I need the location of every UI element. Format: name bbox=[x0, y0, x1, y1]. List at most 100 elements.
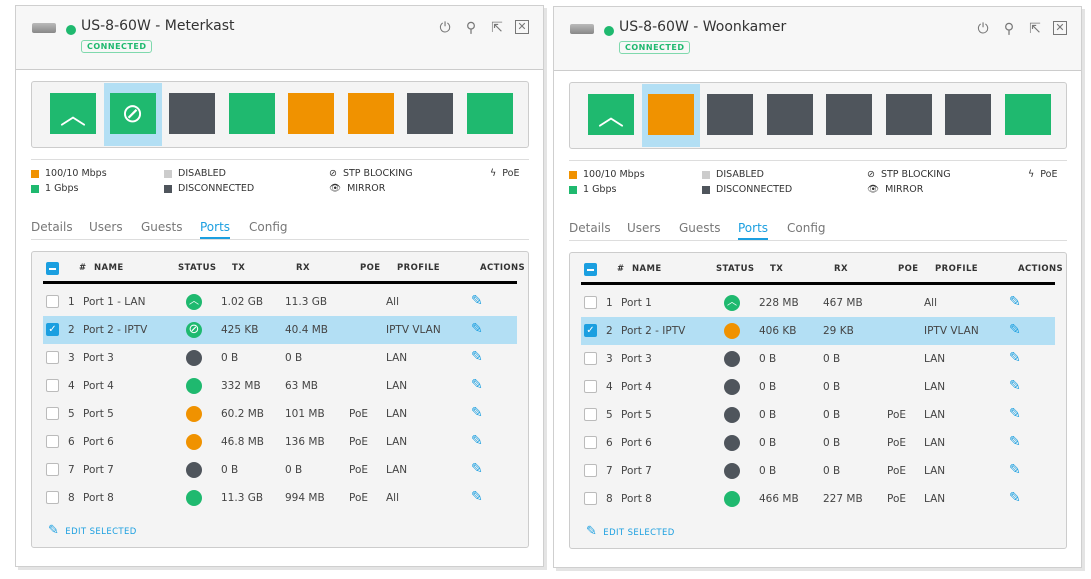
port-square-4[interactable] bbox=[766, 94, 813, 135]
locate-icon[interactable]: ⚲ bbox=[463, 20, 479, 36]
restart-icon[interactable]: ⏻ bbox=[437, 20, 453, 36]
row-checkbox[interactable] bbox=[584, 296, 597, 309]
select-all-checkbox[interactable] bbox=[584, 263, 597, 276]
port-square-5[interactable] bbox=[826, 94, 872, 135]
tab-details[interactable]: Details bbox=[31, 220, 73, 234]
table-row[interactable]: 5 Port 5 60.2 MB 101 MB PoE LAN ✎ bbox=[43, 400, 517, 428]
row-checkbox[interactable] bbox=[584, 380, 597, 393]
table-row[interactable]: 1 Port 1 - LAN ︿ 1.02 GB 11.3 GB All ✎ bbox=[43, 288, 517, 316]
port-square-6[interactable] bbox=[347, 93, 394, 134]
edit-pencil-icon[interactable]: ✎ bbox=[1009, 462, 1021, 478]
edit-pencil-icon[interactable]: ✎ bbox=[471, 461, 483, 477]
table-row[interactable]: 5 Port 5 0 B 0 B PoE LAN ✎ bbox=[581, 401, 1055, 429]
tab-guests[interactable]: Guests bbox=[141, 220, 183, 234]
port-square-7[interactable] bbox=[945, 94, 991, 135]
port-square-2[interactable]: ⊘ bbox=[109, 93, 156, 134]
close-icon[interactable]: ✕ bbox=[515, 20, 529, 34]
edit-pencil-icon[interactable]: ✎ bbox=[1009, 490, 1021, 506]
table-row[interactable]: 6 Port 6 46.8 MB 136 MB PoE LAN ✎ bbox=[43, 428, 517, 456]
tab-users[interactable]: Users bbox=[627, 221, 661, 235]
port-square-3[interactable] bbox=[169, 93, 215, 134]
table-row[interactable]: 1 Port 1 ︿ 228 MB 467 MB All ✎ bbox=[581, 289, 1055, 317]
edit-selected-button[interactable]: ✎ EDIT SELECTED bbox=[586, 524, 675, 539]
edit-pencil-icon[interactable]: ✎ bbox=[1009, 378, 1021, 394]
port-square-3[interactable] bbox=[707, 94, 753, 135]
status-dot bbox=[186, 434, 202, 450]
tab-guests[interactable]: Guests bbox=[679, 221, 721, 235]
row-checkbox[interactable] bbox=[46, 379, 59, 392]
rx-value: 467 MB bbox=[823, 297, 863, 309]
table-row[interactable]: 7 Port 7 0 B 0 B PoE LAN ✎ bbox=[43, 456, 517, 484]
row-checkbox[interactable] bbox=[46, 351, 59, 364]
row-checkbox[interactable] bbox=[584, 464, 597, 477]
tab-config[interactable]: Config bbox=[249, 220, 288, 234]
table-row[interactable]: 4 Port 4 332 MB 63 MB LAN ✎ bbox=[43, 372, 517, 400]
edit-pencil-icon[interactable]: ✎ bbox=[1009, 350, 1021, 366]
port-number: 1 bbox=[68, 296, 75, 308]
status-dot bbox=[186, 350, 202, 366]
port-square-8[interactable] bbox=[466, 93, 513, 134]
edit-pencil-icon[interactable]: ✎ bbox=[1009, 434, 1021, 450]
port-square-4[interactable] bbox=[228, 93, 275, 134]
select-all-checkbox[interactable] bbox=[46, 262, 59, 275]
expand-icon[interactable]: ⇱ bbox=[489, 20, 505, 36]
edit-pencil-icon[interactable]: ✎ bbox=[1009, 294, 1021, 310]
port-square-6[interactable] bbox=[885, 94, 932, 135]
row-checkbox[interactable]: ✓ bbox=[46, 323, 59, 336]
table-row[interactable]: ✓ 2 Port 2 - IPTV 406 KB 29 KB IPTV VLAN… bbox=[581, 317, 1055, 345]
table-header: # NAME STATUS TX RX POE PROFILE ACTIONS bbox=[570, 253, 1066, 283]
table-row[interactable]: 7 Port 7 0 B 0 B PoE LAN ✎ bbox=[581, 457, 1055, 485]
port-square-2[interactable] bbox=[647, 94, 694, 135]
edit-pencil-icon[interactable]: ✎ bbox=[471, 377, 483, 393]
table-row[interactable]: ✓ 2 Port 2 - IPTV ⊘ 425 KB 40.4 MB IPTV … bbox=[43, 316, 517, 344]
tab-config[interactable]: Config bbox=[787, 221, 826, 235]
column-header: TX bbox=[232, 263, 246, 273]
row-checkbox[interactable] bbox=[46, 463, 59, 476]
edit-pencil-icon[interactable]: ✎ bbox=[471, 293, 483, 309]
edit-pencil-icon[interactable]: ✎ bbox=[471, 433, 483, 449]
restart-icon[interactable]: ⏻ bbox=[975, 21, 991, 37]
row-checkbox[interactable] bbox=[584, 436, 597, 449]
locate-icon[interactable]: ⚲ bbox=[1001, 21, 1017, 37]
port-square-7[interactable] bbox=[407, 93, 453, 134]
close-icon[interactable]: ✕ bbox=[1053, 21, 1067, 35]
row-checkbox[interactable] bbox=[46, 491, 59, 504]
edit-pencil-icon[interactable]: ✎ bbox=[1009, 322, 1021, 338]
row-checkbox[interactable] bbox=[584, 408, 597, 421]
table-row[interactable]: 6 Port 6 0 B 0 B PoE LAN ✎ bbox=[581, 429, 1055, 457]
port-square-1[interactable]: ︿ bbox=[588, 94, 634, 135]
row-checkbox[interactable] bbox=[46, 295, 59, 308]
poe-value: PoE bbox=[887, 493, 907, 505]
profile-value: LAN bbox=[924, 381, 946, 393]
edit-pencil-icon[interactable]: ✎ bbox=[471, 321, 483, 337]
tab-users[interactable]: Users bbox=[89, 220, 123, 234]
edit-pencil-icon[interactable]: ✎ bbox=[471, 349, 483, 365]
edit-pencil-icon[interactable]: ✎ bbox=[1009, 406, 1021, 422]
table-row[interactable]: 8 Port 8 466 MB 227 MB PoE LAN ✎ bbox=[581, 485, 1055, 513]
edit-pencil-icon[interactable]: ✎ bbox=[471, 405, 483, 421]
tab-details[interactable]: Details bbox=[569, 221, 611, 235]
port-number: 2 bbox=[606, 325, 613, 337]
table-row[interactable]: 4 Port 4 0 B 0 B LAN ✎ bbox=[581, 373, 1055, 401]
port-square-5[interactable] bbox=[288, 93, 334, 134]
tx-value: 11.3 GB bbox=[221, 492, 264, 504]
profile-value: LAN bbox=[386, 436, 408, 448]
profile-value: LAN bbox=[924, 353, 946, 365]
edit-pencil-icon[interactable]: ✎ bbox=[471, 489, 483, 505]
row-checkbox[interactable] bbox=[584, 492, 597, 505]
edit-selected-button[interactable]: ✎ EDIT SELECTED bbox=[48, 523, 137, 538]
port-square-1[interactable]: ︿ bbox=[50, 93, 96, 134]
disconnected-swatch bbox=[702, 185, 710, 194]
port-square-8[interactable] bbox=[1004, 94, 1051, 135]
row-checkbox[interactable]: ✓ bbox=[584, 324, 597, 337]
port-name: Port 5 bbox=[621, 409, 652, 421]
table-row[interactable]: 8 Port 8 11.3 GB 994 MB PoE All ✎ bbox=[43, 484, 517, 512]
row-checkbox[interactable] bbox=[46, 407, 59, 420]
row-checkbox[interactable] bbox=[46, 435, 59, 448]
tab-ports[interactable]: Ports bbox=[738, 221, 769, 240]
row-checkbox[interactable] bbox=[584, 352, 597, 365]
table-row[interactable]: 3 Port 3 0 B 0 B LAN ✎ bbox=[43, 344, 517, 372]
expand-icon[interactable]: ⇱ bbox=[1027, 21, 1043, 37]
tab-ports[interactable]: Ports bbox=[200, 220, 231, 239]
table-row[interactable]: 3 Port 3 0 B 0 B LAN ✎ bbox=[581, 345, 1055, 373]
